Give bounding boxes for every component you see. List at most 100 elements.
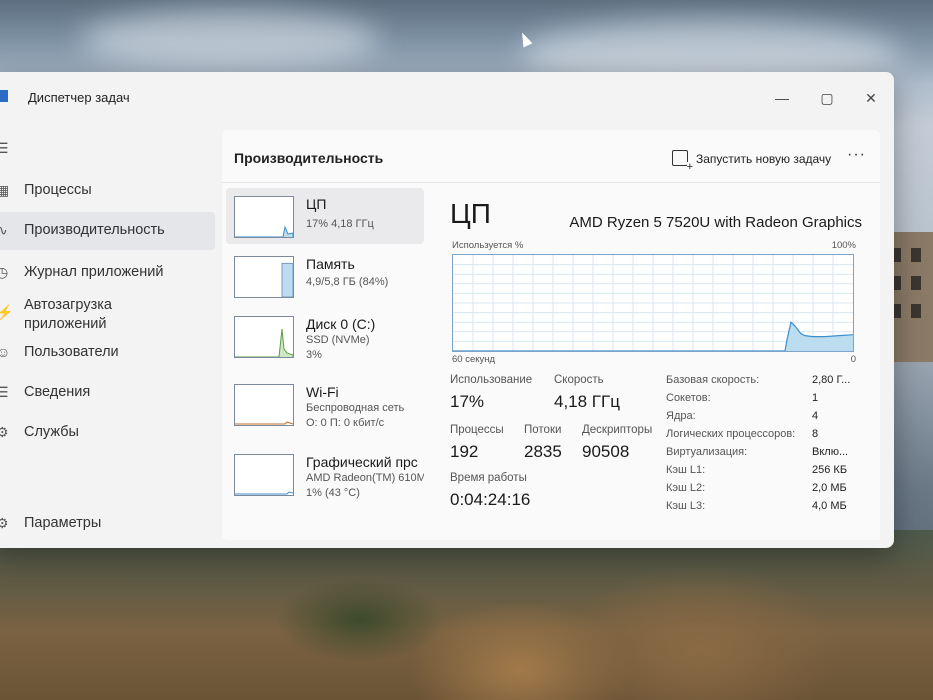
sidebar-item-label: Параметры (24, 515, 102, 531)
spec-label: Виртуализация: (666, 446, 748, 458)
cpu-thumbnail-svg (235, 225, 293, 237)
handles-value: 90508 (582, 442, 630, 461)
sidebar-item-details[interactable]: ☰ Сведения (0, 374, 215, 412)
resource-item-disk[interactable]: Диск 0 (C:) SSD (NVMe) 3% (226, 308, 424, 370)
graph-label-max: 100% (831, 240, 856, 251)
task-manager-app-icon (0, 90, 8, 102)
resource-sub: 3% (306, 349, 322, 361)
minimize-button[interactable]: — (767, 86, 797, 110)
sidebar-item-label-line2: приложений (24, 316, 107, 332)
processes-value: 192 (450, 442, 479, 461)
resource-name: Память (306, 256, 355, 272)
spec-value: 4 (812, 410, 819, 422)
resource-item-gpu[interactable]: Графический прс AMD Radeon(TM) 610M 1% (… (226, 446, 424, 508)
sidebar-item-label-line1: Автозагрузка (24, 297, 112, 313)
sidebar-item-settings[interactable]: ⚙ Параметры (0, 505, 215, 543)
spec-value: 2,80 Г... (812, 374, 851, 386)
usage-label: Использование (450, 374, 533, 386)
wifi-thumbnail-svg (235, 421, 293, 425)
resource-name: ЦП (306, 196, 327, 212)
spec-value: 4,0 МБ (812, 500, 847, 512)
sidebar-item-services[interactable]: ⚙ Службы (0, 414, 215, 452)
users-icon: ☺ (0, 344, 11, 360)
sidebar-item-label: Службы (24, 424, 79, 440)
graph-label-time: 60 секунд (452, 354, 496, 365)
resource-sub: Беспроводная сеть (306, 402, 405, 414)
uptime-label: Время работы (450, 472, 527, 484)
handles-label: Дескрипторы (582, 424, 653, 436)
gpu-thumbnail-graph (234, 454, 294, 496)
services-icon: ⚙ (0, 424, 9, 440)
maximize-button[interactable]: ▢ (812, 86, 842, 110)
task-manager-window: Диспетчер задач — ▢ ✕ ☰ ▦ Процессы ∿ Про… (0, 72, 894, 548)
more-options-button[interactable]: ··· (847, 146, 866, 164)
speed-value: 4,18 ГГц (554, 392, 620, 411)
wifi-thumbnail-graph (234, 384, 294, 426)
sidebar-item-label: Журнал приложений (24, 264, 164, 280)
spec-value: 256 КБ (812, 464, 848, 476)
spec-label: Сокетов: (666, 392, 711, 404)
sidebar-item-label: Производительность (24, 222, 165, 238)
resource-name: Wi-Fi (306, 384, 339, 400)
spec-label: Базовая скорость: (666, 374, 760, 386)
spec-label: Кэш L3: (666, 500, 706, 512)
resource-sub: 4,9/5,8 ГБ (84%) (306, 276, 389, 288)
cpu-model-name: AMD Ryzen 5 7520U with Radeon Graphics (569, 214, 862, 231)
hamburger-menu-button[interactable]: ☰ (0, 130, 215, 160)
spec-label: Кэш L2: (666, 482, 706, 494)
memory-thumbnail-graph (234, 256, 294, 298)
sidebar-item-label: Пользователи (24, 344, 119, 360)
processes-label: Процессы (450, 424, 504, 436)
resource-item-cpu[interactable]: ЦП 17% 4,18 ГГц (226, 188, 424, 244)
gpu-thumbnail-svg (235, 491, 293, 495)
resource-name: Диск 0 (C:) (306, 316, 376, 332)
content-header: Производительность Запустить новую задач… (222, 130, 880, 183)
startup-icon: ⚡ (0, 304, 14, 320)
sidebar-item-label: Сведения (24, 384, 91, 400)
spec-value: 2,0 МБ (812, 482, 847, 494)
sidebar-item-app-history[interactable]: ◷ Журнал приложений (0, 254, 215, 292)
disk-thumbnail-graph (234, 316, 294, 358)
cpu-thumbnail-graph (234, 196, 294, 238)
resource-sub: 1% (43 °C) (306, 487, 360, 499)
disk-thumbnail-svg (235, 328, 293, 357)
sidebar-item-label: Автозагрузка приложений (24, 296, 112, 334)
sidebar-item-label: Процессы (24, 182, 92, 198)
resource-sub: SSD (NVMe) (306, 334, 370, 346)
run-new-task-button[interactable]: Запустить новую задачу (672, 150, 832, 172)
desktop-wallpaper (0, 530, 933, 700)
sidebar-item-users[interactable]: ☺ Пользователи (0, 334, 215, 372)
uptime-value: 0:04:24:16 (450, 490, 531, 509)
window-title: Диспетчер задач (28, 90, 130, 105)
resource-item-memory[interactable]: Память 4,9/5,8 ГБ (84%) (226, 248, 424, 304)
resource-sub: О: 0 П: 0 кбит/с (306, 417, 385, 429)
spec-label: Логических процессоров: (666, 428, 796, 440)
threads-value: 2835 (524, 442, 562, 461)
usage-value: 17% (450, 392, 485, 411)
cpu-usage-graph-svg (453, 255, 854, 352)
memory-thumbnail-svg (281, 262, 293, 297)
resource-sub: 17% 4,18 ГГц (306, 218, 374, 230)
sidebar-item-startup-apps[interactable]: ⚡ Автозагрузка приложений (0, 294, 215, 338)
new-task-icon (672, 150, 693, 172)
page-title: Производительность (234, 150, 384, 166)
sidebar-item-performance[interactable]: ∿ Производительность (0, 212, 215, 250)
threads-label: Потоки (524, 424, 562, 436)
history-icon: ◷ (0, 264, 9, 280)
close-button[interactable]: ✕ (856, 86, 886, 110)
spec-label: Кэш L1: (666, 464, 706, 476)
resource-item-wifi[interactable]: Wi-Fi Беспроводная сеть О: 0 П: 0 кбит/с (226, 376, 424, 438)
gear-icon: ⚙ (0, 515, 9, 531)
graph-label-usage: Используется % (452, 240, 524, 251)
background-cloud (80, 10, 380, 70)
spec-label: Ядра: (666, 410, 696, 422)
cpu-usage-graph (452, 254, 854, 352)
resource-sub: AMD Radeon(TM) 610M (306, 472, 424, 484)
performance-icon: ∿ (0, 222, 8, 238)
main-content: Производительность Запустить новую задач… (222, 130, 880, 540)
sidebar-item-processes[interactable]: ▦ Процессы (0, 172, 215, 210)
cpu-detail-panel: ЦП AMD Ryzen 5 7520U with Radeon Graphic… (450, 184, 880, 540)
run-new-task-label: Запустить новую задачу (696, 152, 832, 166)
speed-label: Скорость (554, 374, 604, 386)
processes-icon: ▦ (0, 182, 10, 198)
